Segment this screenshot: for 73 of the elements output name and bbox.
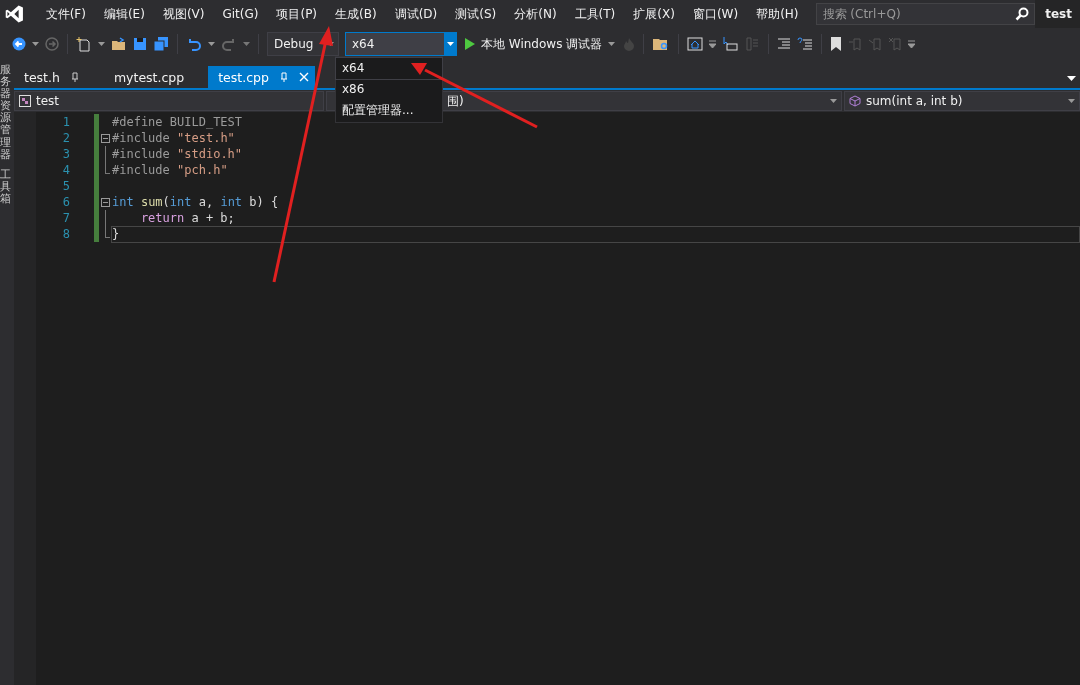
pin-icon[interactable] [278, 72, 289, 82]
line-number: 3 [61, 147, 70, 161]
tab-list-caret-icon[interactable] [1067, 76, 1076, 81]
document-tab[interactable]: test.cpp [208, 66, 315, 88]
close-icon[interactable] [298, 72, 309, 82]
save-all-icon[interactable] [153, 36, 169, 52]
line-number: 7 [61, 211, 70, 225]
cube-icon [849, 95, 861, 107]
open-folder-icon[interactable] [111, 37, 127, 51]
menu-item[interactable]: 调试(D) [385, 5, 447, 23]
line-number: 8 [61, 227, 70, 241]
menu-item[interactable]: 窗口(W) [683, 5, 748, 23]
document-tab[interactable]: mytest.cpp [103, 66, 191, 88]
solution-name: test [1035, 0, 1080, 28]
menu-item[interactable]: 编辑(E) [94, 5, 154, 23]
overflow-caret-icon[interactable] [709, 40, 717, 48]
dropdown-caret-icon[interactable] [32, 42, 39, 46]
platform-dropdown[interactable]: x64 [345, 32, 457, 56]
code-line: #include "stdio.h" [111, 145, 244, 163]
side-tab[interactable]: 工具箱 [0, 168, 11, 206]
menu-item[interactable]: 工具(T) [565, 5, 625, 23]
menu-item[interactable]: 分析(N) [505, 5, 566, 23]
pin-icon[interactable] [69, 72, 80, 82]
dropdown-caret-icon[interactable] [243, 42, 250, 46]
menu-item[interactable]: 帮助(H) [747, 5, 808, 23]
home-window-icon[interactable] [687, 37, 704, 51]
dropdown-caret-icon [446, 42, 454, 46]
menu-item[interactable]: 测试(S) [446, 5, 506, 23]
menu-item[interactable]: 生成(B) [326, 5, 386, 23]
line-number: 4 [61, 163, 70, 177]
comment-lines-icon[interactable] [797, 37, 814, 51]
code-line: #include "pch.h" [111, 161, 229, 179]
code-line: #include "test.h" [111, 129, 236, 147]
collapse-icon[interactable] [100, 133, 110, 143]
code-line: return a + b; [139, 209, 236, 227]
step-icon[interactable] [722, 36, 739, 52]
vs-logo-icon [4, 3, 25, 25]
side-tab[interactable]: 服务器资源管理器 [0, 64, 11, 161]
menu-item[interactable]: Git(G) [213, 7, 268, 21]
dropdown-caret-icon [608, 42, 616, 46]
new-item-icon[interactable] [76, 36, 92, 52]
menu-item[interactable]: 视图(V) [153, 5, 214, 23]
menu-item[interactable]: 文件(F) [36, 5, 95, 23]
dropdown-caret-icon [1068, 99, 1075, 103]
menu-item[interactable]: 扩展(X) [624, 5, 684, 23]
search-icon [1015, 7, 1030, 21]
document-tab[interactable]: test.h [14, 66, 86, 88]
undo-icon[interactable] [186, 37, 202, 51]
project-dropdown[interactable]: test [14, 91, 324, 111]
member-dropdown[interactable]: sum(int a, int b) [844, 91, 1080, 111]
line-number: 1 [61, 115, 70, 129]
line-number: 5 [61, 179, 70, 193]
run-debugger-button[interactable]: 本地 Windows 调试器 [463, 35, 618, 53]
line-number: 6 [61, 195, 70, 209]
dropdown-caret-icon[interactable] [98, 42, 105, 46]
project-icon [19, 95, 31, 107]
bookmark-icon[interactable] [830, 36, 843, 52]
collapse-icon[interactable] [100, 197, 110, 207]
indent-lines-icon[interactable] [777, 38, 792, 50]
back-icon[interactable] [12, 37, 26, 51]
menu-item[interactable]: 项目(P) [267, 5, 327, 23]
dropdown-caret-icon [830, 99, 837, 103]
line-number: 2 [61, 131, 70, 145]
configuration-dropdown[interactable]: Debug [267, 32, 339, 56]
play-icon [465, 38, 475, 50]
forward-icon[interactable] [45, 37, 59, 51]
redo-icon[interactable] [221, 37, 237, 51]
overflow-caret-icon[interactable] [908, 40, 916, 48]
save-icon[interactable] [133, 37, 147, 51]
code-line: int sum(int a, int b) { [111, 193, 280, 211]
code-line: #define BUILD_TEST [111, 113, 244, 131]
search-field[interactable]: 搜索 (Ctrl+Q) [815, 3, 1036, 25]
dropdown-caret-icon[interactable] [208, 42, 215, 46]
